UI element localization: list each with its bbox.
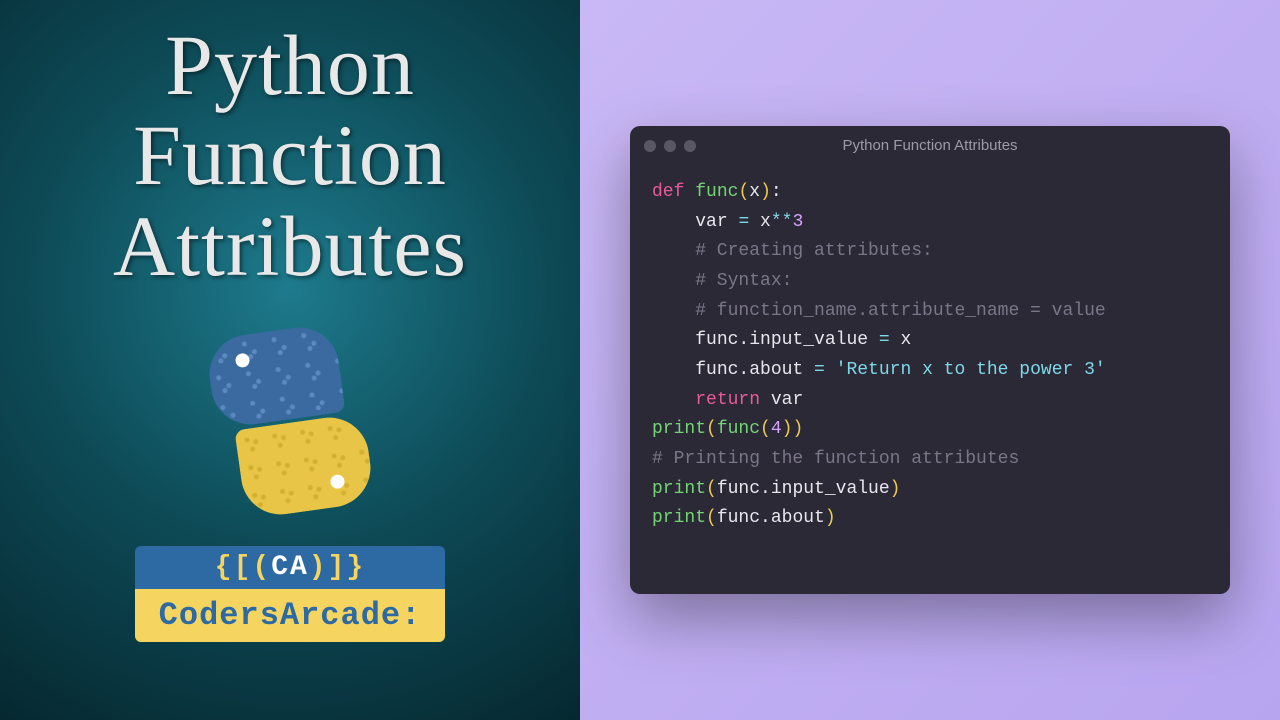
code-line: def func(x): <box>652 178 1208 208</box>
traffic-lights <box>644 140 696 152</box>
title-line-1: Python <box>165 20 415 110</box>
code-line: var = x**3 <box>652 208 1208 238</box>
editor-titlebar: Python Function Attributes <box>630 126 1230 166</box>
traffic-light-maximize-icon[interactable] <box>684 140 696 152</box>
traffic-light-minimize-icon[interactable] <box>664 140 676 152</box>
badge-braces-close: )]} <box>309 552 365 583</box>
code-line: # Printing the function attributes <box>652 445 1208 475</box>
code-line: print(func(4)) <box>652 415 1208 445</box>
code-editor-window: Python Function Attributes def func(x): … <box>630 126 1230 594</box>
python-logo-icon <box>190 321 390 521</box>
code-line: print(func.about) <box>652 504 1208 534</box>
badge-top: {[(CA)]} <box>135 546 445 589</box>
right-panel: Python Function Attributes def func(x): … <box>580 0 1280 720</box>
badge-ca: CA <box>271 552 309 583</box>
badge-bottom: CodersArcade: <box>135 589 445 642</box>
traffic-light-close-icon[interactable] <box>644 140 656 152</box>
code-line: # function_name.attribute_name = value <box>652 297 1208 327</box>
code-line: func.about = 'Return x to the power 3' <box>652 356 1208 386</box>
title-line-2: Function <box>133 110 447 200</box>
badge-braces-open: {[( <box>215 552 271 583</box>
editor-body: def func(x): var = x**3 # Creating attri… <box>630 166 1230 594</box>
title-line-3: Attributes <box>113 201 467 291</box>
code-line: # Syntax: <box>652 267 1208 297</box>
code-line: return var <box>652 386 1208 416</box>
code-line: # Creating attributes: <box>652 237 1208 267</box>
editor-title: Python Function Attributes <box>630 137 1230 154</box>
code-line: func.input_value = x <box>652 326 1208 356</box>
coders-arcade-badge: {[(CA)]} CodersArcade: <box>135 546 445 642</box>
code-line: print(func.input_value) <box>652 475 1208 505</box>
left-panel: Python Function Attributes {[(CA)]} Code… <box>0 0 580 720</box>
